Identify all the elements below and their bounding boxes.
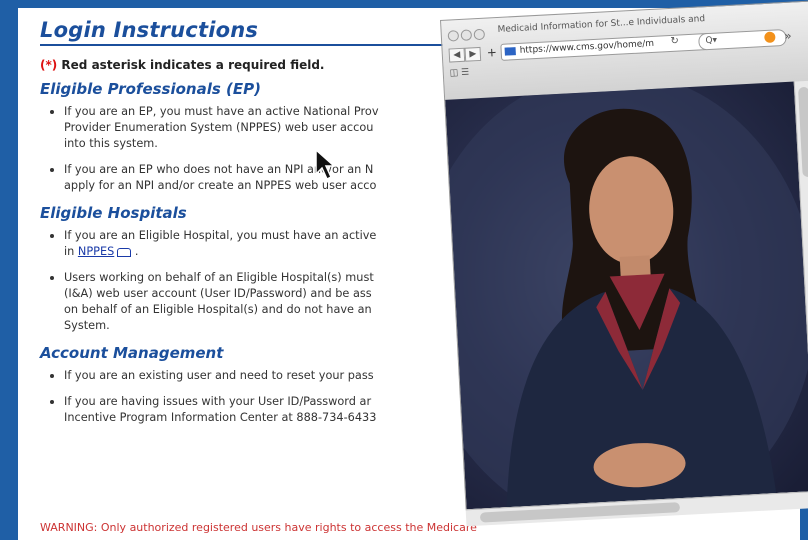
address-bar[interactable]: https://www.cms.gov/home/m — [500, 32, 711, 61]
list-item-line: System. — [64, 319, 110, 332]
back-arrow-icon[interactable]: ◀ — [448, 47, 466, 63]
list-item-line: Users working on behalf of an Eligible H… — [64, 271, 374, 284]
list-item-line: Provider Enumeration System (NPPES) web … — [64, 121, 374, 134]
required-star: (*) — [40, 58, 58, 72]
add-bookmark-icon[interactable]: + — [486, 45, 497, 60]
bookmarks-icon[interactable]: ◫ ☰ — [450, 68, 470, 79]
list-item-line: If you are an Eligible Hospital, you mus… — [64, 229, 377, 242]
address-url: https://www.cms.gov/home/m — [519, 38, 655, 56]
list-item-line: If you are having issues with your User … — [64, 395, 372, 408]
toolbar-overflow-icon[interactable]: » — [784, 29, 792, 43]
list-item-line: in — [64, 245, 78, 258]
external-link-icon — [117, 247, 132, 257]
presenter-video-frame — [444, 81, 808, 510]
list-item-line: into this system. — [64, 137, 158, 150]
zoom-window-icon[interactable] — [473, 28, 486, 41]
list-item-line: (I&A) web user account (User ID/Password… — [64, 287, 372, 300]
nppes-link[interactable]: NPPES — [78, 245, 114, 258]
site-favicon-icon — [504, 47, 516, 56]
scrollbar-thumb[interactable] — [798, 86, 808, 178]
minimize-window-icon[interactable] — [460, 29, 473, 41]
mouse-pointer-icon — [315, 148, 336, 181]
list-item-line: Incentive Program Information Center at … — [64, 411, 377, 424]
required-note-text: Red asterisk indicates a required field. — [57, 58, 325, 72]
list-item-line: on behalf of an Eligible Hospital(s) and… — [64, 303, 372, 316]
warning-text: WARNING: Only authorized registered user… — [40, 521, 477, 534]
list-item-line: If you are an EP, you must have an activ… — [64, 105, 379, 118]
video-popup-window[interactable]: Medicaid Information for St...e Individu… — [440, 0, 808, 540]
window-title: Medicaid Information for St...e Individu… — [497, 14, 706, 35]
list-item-line: If you are an existing user and need to … — [64, 369, 374, 382]
forward-arrow-icon[interactable]: ▶ — [464, 46, 482, 62]
reload-icon[interactable]: ↻ — [670, 36, 679, 47]
close-window-icon[interactable] — [447, 30, 460, 42]
video-player[interactable] — [444, 81, 808, 510]
title-divider — [40, 44, 450, 46]
